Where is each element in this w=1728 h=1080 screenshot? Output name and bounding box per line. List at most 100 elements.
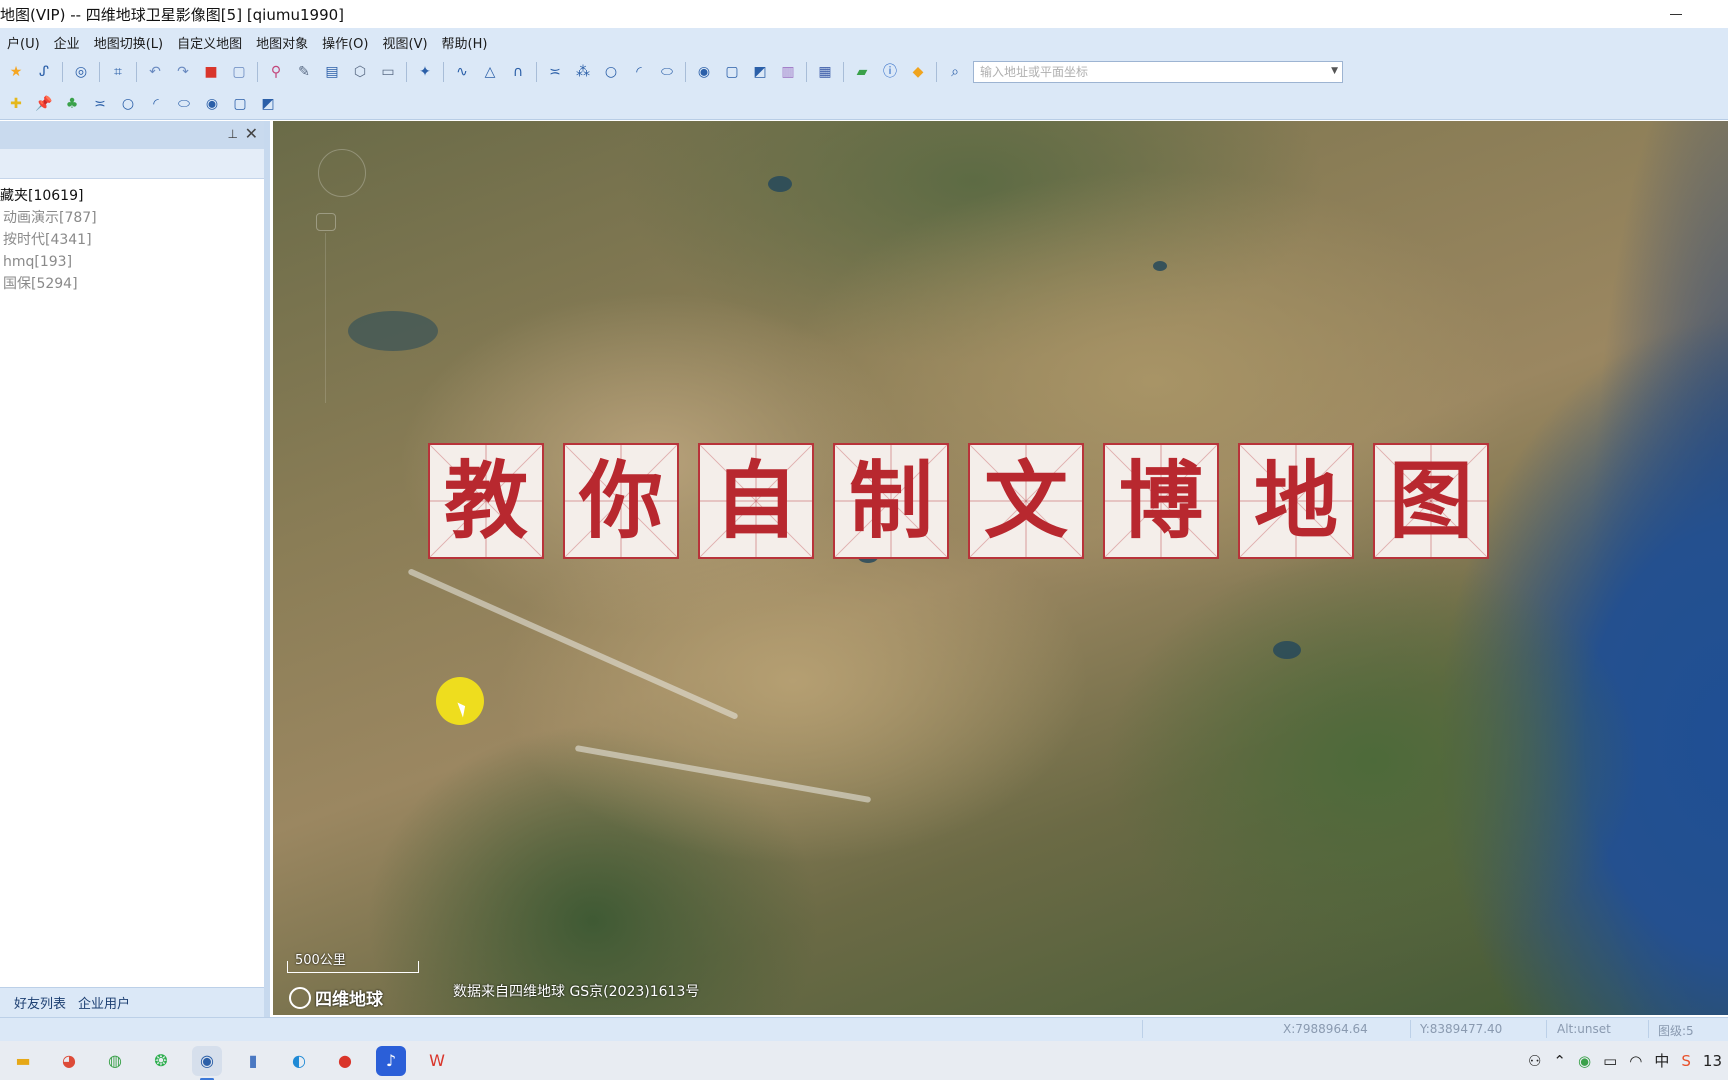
arc-icon[interactable]: ◜ (628, 61, 650, 83)
pin-panel-icon[interactable]: ⊥ (228, 127, 238, 141)
search-icon[interactable]: ⌕ (944, 61, 966, 83)
delete-icon[interactable]: ■ (200, 61, 222, 83)
layer-icon[interactable]: ◎ (70, 61, 92, 83)
toolbar-separator (99, 62, 100, 82)
tree-item-by-era[interactable]: 按时代[4341] (0, 229, 264, 251)
edge-icon[interactable]: ◐ (284, 1046, 314, 1076)
ellipse-icon[interactable]: ⬭ (173, 93, 195, 115)
points-icon[interactable]: ⁂ (572, 61, 594, 83)
circle-icon[interactable]: ○ (600, 61, 622, 83)
compass-control[interactable] (318, 149, 366, 197)
camera-icon[interactable]: ▭ (377, 61, 399, 83)
satellite-map-view[interactable]: 教 你 自 制 文 博 地 图 500公里 四维地球 数据来自四维地球 GS京(… (273, 121, 1728, 1015)
tree-item-hmq[interactable]: hmq[193] (0, 251, 264, 273)
blue-pin-icon[interactable]: 📌 (33, 93, 55, 115)
undo-icon[interactable]: ↶ (144, 61, 166, 83)
banner-char: 地 (1238, 443, 1354, 559)
os-taskbar: ▬ ◕ ◍ ❂ ◉ ▮ ◐ ● ♪ W ⚇ ⌃ ◉ ▭ ◠ 中 S 13 (0, 1041, 1728, 1080)
rounded-rect-icon[interactable]: ▢ (229, 93, 251, 115)
chrome-icon[interactable]: ◕ (54, 1046, 84, 1076)
zoom-slider-track[interactable] (325, 233, 326, 403)
recorder-icon[interactable]: ● (330, 1046, 360, 1076)
blue-app-icon[interactable]: ♪ (376, 1045, 406, 1076)
arc-icon[interactable]: ◜ (145, 93, 167, 115)
menu-map-object[interactable]: 地图对象 (249, 33, 315, 52)
menu-help[interactable]: 帮助(H) (435, 33, 495, 52)
ellipse-icon[interactable]: ⬭ (656, 61, 678, 83)
app-tray-icon[interactable]: ◉ (1578, 1052, 1591, 1070)
file-explorer-icon[interactable]: ▬ (8, 1046, 38, 1076)
notes-app-icon[interactable]: ▮ (238, 1046, 268, 1076)
menu-view[interactable]: 视图(V) (376, 33, 435, 52)
input-method-indicator[interactable]: 中 (1654, 1050, 1669, 1071)
parallel-lines-icon[interactable]: ≍ (89, 93, 111, 115)
chevron-down-icon[interactable]: ▼ (1331, 66, 1338, 76)
banner-char-text: 自 (713, 451, 798, 550)
bars-icon[interactable]: ▥ (777, 61, 799, 83)
sogou-icon[interactable]: S (1681, 1052, 1691, 1070)
people-icon[interactable]: ⚇ (1528, 1052, 1541, 1070)
green-pin-icon[interactable]: ♣ (61, 93, 83, 115)
toolbar-separator (843, 62, 844, 82)
favorites-tree: 藏夹[10619] 动画演示[787] 按时代[4341] hmq[193] 国… (0, 179, 264, 295)
banner-char: 博 (1103, 443, 1219, 559)
marker-user-icon[interactable]: ⚲ (265, 61, 287, 83)
tab-enterprise-users[interactable]: 企业用户 (78, 993, 130, 1012)
chat-icon[interactable]: ▰ (851, 61, 873, 83)
redo-icon[interactable]: ↷ (172, 61, 194, 83)
close-icon[interactable]: ✕ (245, 124, 258, 143)
globe-logo-icon (289, 986, 311, 1009)
curve-icon[interactable]: ∩ (507, 61, 529, 83)
triangle-icon[interactable]: △ (479, 61, 501, 83)
measure-area-icon[interactable]: ▤ (321, 61, 343, 83)
menu-operation[interactable]: 操作(O) (315, 33, 375, 52)
polygon-tool-icon[interactable]: ⬡ (349, 61, 371, 83)
polyline-icon[interactable]: ∿ (451, 61, 473, 83)
banner-char-text: 地 (1253, 451, 1338, 550)
info-icon[interactable]: ⓘ (879, 61, 901, 83)
battery-icon[interactable]: ▭ (1603, 1052, 1617, 1070)
menu-enterprise[interactable]: 企业 (47, 33, 87, 52)
chevron-up-icon[interactable]: ⌃ (1553, 1052, 1566, 1070)
pin-icon[interactable]: ✦ (414, 61, 436, 83)
select-box-icon[interactable]: ▢ (228, 61, 250, 83)
circle-icon[interactable]: ○ (117, 93, 139, 115)
address-search-box[interactable]: ▼ (973, 61, 1343, 83)
star-icon[interactable]: ★ (5, 61, 27, 83)
banner-char: 教 (428, 443, 544, 559)
wps-icon[interactable]: W (422, 1046, 452, 1076)
vip-icon[interactable]: ◆ (907, 61, 929, 83)
menu-custom-map[interactable]: 自定义地图 (170, 33, 249, 52)
tree-item-animation-demo[interactable]: 动画演示[787] (0, 207, 264, 229)
building-icon[interactable]: ▦ (814, 61, 836, 83)
menu-map-switch[interactable]: 地图切换(L) (87, 33, 170, 52)
clock[interactable]: 13 (1703, 1052, 1722, 1070)
wifi-icon[interactable]: ◠ (1629, 1052, 1642, 1070)
map-app-icon[interactable]: ◉ (192, 1045, 222, 1080)
wechat-icon[interactable]: ❂ (146, 1046, 176, 1076)
address-search-input[interactable] (980, 65, 1310, 79)
ruler-icon[interactable]: ✎ (293, 61, 315, 83)
zoom-slider-handle[interactable] (316, 213, 336, 231)
shape-icon[interactable]: ◩ (749, 61, 771, 83)
tab-friend-list[interactable]: 好友列表 (14, 993, 66, 1012)
status-x-coordinate: X:7988964.64 (1283, 1022, 1368, 1036)
crop-icon[interactable]: ⌗ (107, 61, 129, 83)
minimize-button[interactable] (1664, 4, 1688, 24)
banner-char: 自 (698, 443, 814, 559)
status-divider (1142, 1020, 1143, 1038)
toolbar-separator (685, 62, 686, 82)
toolbar-separator (806, 62, 807, 82)
tree-item-national-protection[interactable]: 国保[5294] (0, 273, 264, 295)
filled-circle-icon[interactable]: ◉ (201, 93, 223, 115)
tree-item-favorites[interactable]: 藏夹[10619] (0, 185, 264, 207)
parallel-lines-icon[interactable]: ≍ (544, 61, 566, 83)
filled-circle-icon[interactable]: ◉ (693, 61, 715, 83)
toolbar-separator (257, 62, 258, 82)
route-icon[interactable]: ᔑ (33, 61, 55, 83)
rounded-rect-icon[interactable]: ▢ (721, 61, 743, 83)
browser-360-icon[interactable]: ◍ (100, 1046, 130, 1076)
menu-user[interactable]: 户(U) (0, 33, 47, 52)
shape-icon[interactable]: ◩ (257, 93, 279, 115)
yellow-pin-icon[interactable]: ✚ (5, 93, 27, 115)
